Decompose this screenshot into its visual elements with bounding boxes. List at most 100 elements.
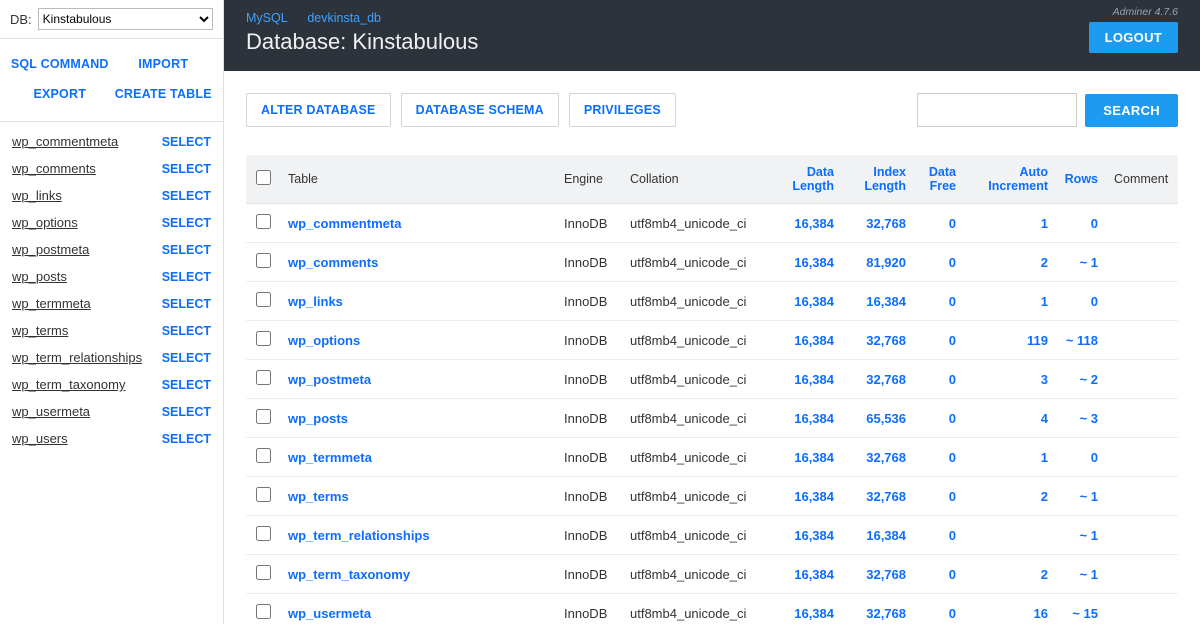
row-checkbox[interactable] (256, 526, 271, 541)
row-checkbox[interactable] (256, 292, 271, 307)
sidebar-table-link[interactable]: wp_terms (12, 323, 68, 338)
cell-data-length[interactable]: 16,384 (770, 555, 842, 594)
cell-auto-increment[interactable] (964, 516, 1056, 555)
breadcrumb-server[interactable]: MySQL (246, 11, 288, 25)
cell-index-length[interactable]: 16,384 (842, 516, 914, 555)
sidebar-select-link[interactable]: SELECT (162, 378, 211, 392)
cell-data-length[interactable]: 16,384 (770, 516, 842, 555)
sidebar-select-link[interactable]: SELECT (162, 324, 211, 338)
sidebar-select-link[interactable]: SELECT (162, 243, 211, 257)
cell-index-length[interactable]: 32,768 (842, 204, 914, 243)
sidebar-select-link[interactable]: SELECT (162, 162, 211, 176)
sidebar-select-link[interactable]: SELECT (162, 297, 211, 311)
cell-index-length[interactable]: 32,768 (842, 477, 914, 516)
search-input[interactable] (917, 93, 1077, 127)
cell-rows[interactable]: 0 (1056, 204, 1106, 243)
cell-auto-increment[interactable]: 1 (964, 204, 1056, 243)
col-engine[interactable]: Engine (556, 155, 622, 204)
content[interactable]: ALTER DATABASE DATABASE SCHEMA PRIVILEGE… (224, 71, 1200, 624)
select-all-checkbox[interactable] (256, 170, 271, 185)
cell-index-length[interactable]: 32,768 (842, 438, 914, 477)
col-index-length[interactable]: Index Length (842, 155, 914, 204)
cell-rows[interactable]: 0 (1056, 438, 1106, 477)
sidebar-table-link[interactable]: wp_posts (12, 269, 67, 284)
cell-data-free[interactable]: 0 (914, 594, 964, 624)
cell-auto-increment[interactable]: 2 (964, 243, 1056, 282)
cell-rows[interactable]: ~ 3 (1056, 399, 1106, 438)
cell-index-length[interactable]: 32,768 (842, 594, 914, 624)
search-button[interactable]: SEARCH (1085, 94, 1178, 127)
cell-auto-increment[interactable]: 119 (964, 321, 1056, 360)
cell-data-length[interactable]: 16,384 (770, 321, 842, 360)
cell-data-free[interactable]: 0 (914, 282, 964, 321)
cell-data-free[interactable]: 0 (914, 399, 964, 438)
cell-auto-increment[interactable]: 16 (964, 594, 1056, 624)
database-schema-button[interactable]: DATABASE SCHEMA (401, 93, 559, 127)
sidebar-table-link[interactable]: wp_usermeta (12, 404, 90, 419)
col-collation[interactable]: Collation (622, 155, 770, 204)
col-rows[interactable]: Rows (1056, 155, 1106, 204)
table-name-link[interactable]: wp_options (288, 333, 360, 348)
sidebar-table-link[interactable]: wp_comments (12, 161, 96, 176)
sidebar-table-link[interactable]: wp_term_taxonomy (12, 377, 125, 392)
cell-data-free[interactable]: 0 (914, 360, 964, 399)
table-name-link[interactable]: wp_term_relationships (288, 528, 430, 543)
cell-rows[interactable]: ~ 1 (1056, 477, 1106, 516)
sidebar-select-link[interactable]: SELECT (162, 135, 211, 149)
cell-auto-increment[interactable]: 1 (964, 282, 1056, 321)
col-table[interactable]: Table (280, 155, 556, 204)
cell-rows[interactable]: ~ 2 (1056, 360, 1106, 399)
table-name-link[interactable]: wp_usermeta (288, 606, 371, 621)
cell-data-length[interactable]: 16,384 (770, 360, 842, 399)
row-checkbox[interactable] (256, 331, 271, 346)
cell-rows[interactable]: ~ 118 (1056, 321, 1106, 360)
cell-data-free[interactable]: 0 (914, 516, 964, 555)
create-table-link[interactable]: CREATE TABLE (112, 79, 216, 109)
sidebar-table-link[interactable]: wp_commentmeta (12, 134, 118, 149)
row-checkbox[interactable] (256, 370, 271, 385)
logout-button[interactable]: LOGOUT (1089, 22, 1178, 53)
table-name-link[interactable]: wp_term_taxonomy (288, 567, 410, 582)
sql-command-link[interactable]: SQL COMMAND (8, 49, 112, 79)
cell-auto-increment[interactable]: 2 (964, 477, 1056, 516)
sidebar-table-link[interactable]: wp_users (12, 431, 68, 446)
col-data-free[interactable]: Data Free (914, 155, 964, 204)
row-checkbox[interactable] (256, 448, 271, 463)
row-checkbox[interactable] (256, 487, 271, 502)
cell-auto-increment[interactable]: 4 (964, 399, 1056, 438)
cell-auto-increment[interactable]: 1 (964, 438, 1056, 477)
cell-index-length[interactable]: 16,384 (842, 282, 914, 321)
table-name-link[interactable]: wp_links (288, 294, 343, 309)
cell-data-length[interactable]: 16,384 (770, 204, 842, 243)
cell-index-length[interactable]: 81,920 (842, 243, 914, 282)
import-link[interactable]: IMPORT (112, 49, 216, 79)
cell-rows[interactable]: ~ 1 (1056, 516, 1106, 555)
row-checkbox[interactable] (256, 604, 271, 619)
cell-auto-increment[interactable]: 3 (964, 360, 1056, 399)
db-select[interactable]: Kinstabulous (38, 8, 213, 30)
cell-data-length[interactable]: 16,384 (770, 594, 842, 624)
sidebar-table-link[interactable]: wp_postmeta (12, 242, 89, 257)
table-name-link[interactable]: wp_termmeta (288, 450, 372, 465)
table-name-link[interactable]: wp_posts (288, 411, 348, 426)
cell-index-length[interactable]: 32,768 (842, 321, 914, 360)
cell-data-free[interactable]: 0 (914, 477, 964, 516)
privileges-button[interactable]: PRIVILEGES (569, 93, 676, 127)
col-data-length[interactable]: Data Length (770, 155, 842, 204)
row-checkbox[interactable] (256, 214, 271, 229)
table-name-link[interactable]: wp_terms (288, 489, 349, 504)
cell-data-length[interactable]: 16,384 (770, 282, 842, 321)
table-name-link[interactable]: wp_commentmeta (288, 216, 401, 231)
sidebar-select-link[interactable]: SELECT (162, 405, 211, 419)
cell-auto-increment[interactable]: 2 (964, 555, 1056, 594)
cell-rows[interactable]: ~ 15 (1056, 594, 1106, 624)
row-checkbox[interactable] (256, 565, 271, 580)
cell-rows[interactable]: 0 (1056, 282, 1106, 321)
cell-data-free[interactable]: 0 (914, 438, 964, 477)
col-auto-increment[interactable]: Auto Increment (964, 155, 1056, 204)
sidebar-table-link[interactable]: wp_links (12, 188, 62, 203)
cell-data-free[interactable]: 0 (914, 321, 964, 360)
cell-data-length[interactable]: 16,384 (770, 399, 842, 438)
export-link[interactable]: EXPORT (8, 79, 112, 109)
cell-data-length[interactable]: 16,384 (770, 438, 842, 477)
